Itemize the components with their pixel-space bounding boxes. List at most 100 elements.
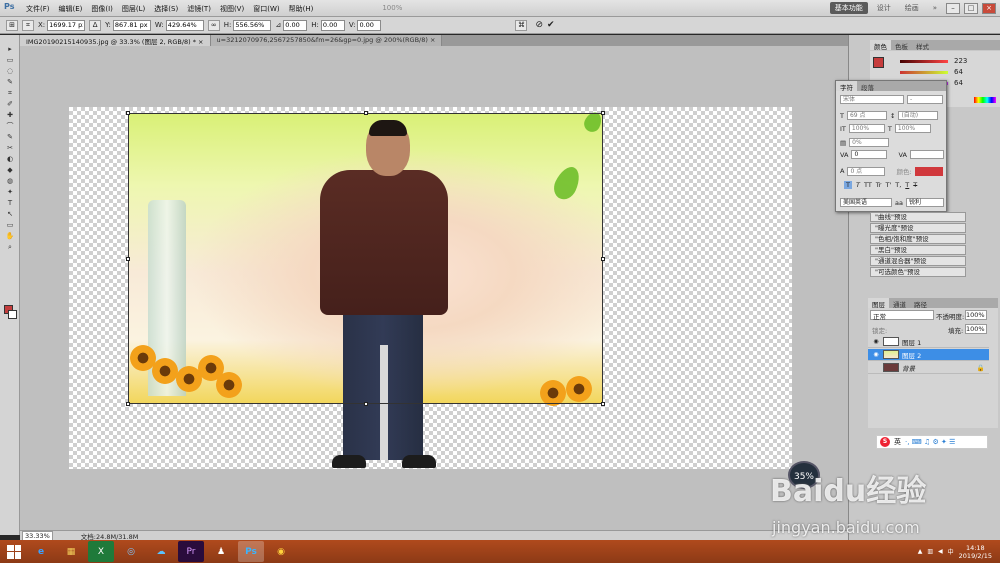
baseline-shift-input[interactable]: 0 点	[847, 166, 886, 176]
browser-taskbar-icon[interactable]: ◎	[118, 541, 144, 562]
preset-selective-color[interactable]: "可选颜色"预设	[870, 267, 966, 277]
faux-bold-button[interactable]: T	[844, 181, 852, 189]
background-color-swatch[interactable]	[8, 310, 17, 319]
anti-alias-select[interactable]: 锐利	[905, 198, 944, 207]
menu-filter[interactable]: 滤镜(T)	[187, 4, 211, 14]
lasso-tool-icon[interactable]: ◌	[3, 66, 17, 76]
color-spectrum[interactable]	[974, 97, 996, 103]
workspace-design-button[interactable]: 设计	[872, 2, 896, 14]
explorer-taskbar-icon[interactable]: ▦	[58, 541, 84, 562]
workspace-essentials-button[interactable]: 基本功能	[829, 2, 868, 14]
free-transform-box[interactable]	[128, 113, 603, 404]
history-brush-tool-icon[interactable]: ✂	[3, 143, 17, 153]
cancel-transform-icon[interactable]: ⊘	[535, 20, 543, 30]
maximize-button[interactable]: □	[964, 2, 978, 14]
warp-icon[interactable]: ⌘	[515, 19, 528, 31]
preset-hue-saturation[interactable]: "色相/饱和度"预设	[870, 234, 966, 244]
qq-taskbar-icon[interactable]: ◉	[268, 541, 294, 562]
menu-image[interactable]: 图像(I)	[91, 4, 113, 14]
move-tool-icon[interactable]: ▸	[3, 44, 17, 54]
layer-row-selected[interactable]: ◉ 图层 2	[868, 349, 989, 361]
menu-file[interactable]: 文件(F)	[26, 4, 50, 14]
zoom-tool-icon[interactable]: ⌕	[3, 242, 17, 252]
eye-icon[interactable]: ◉	[872, 351, 880, 358]
strikethrough-button[interactable]: T	[913, 181, 917, 189]
workspace-more-button[interactable]: »	[928, 3, 942, 13]
minimize-button[interactable]: –	[946, 2, 960, 14]
eyedropper-tool-icon[interactable]: ✐	[3, 99, 17, 109]
y-input[interactable]	[112, 19, 151, 31]
menu-help[interactable]: 帮助(H)	[289, 4, 314, 14]
delta-icon[interactable]: Δ	[89, 19, 102, 31]
menu-select[interactable]: 选择(S)	[154, 4, 178, 14]
tab-document-1[interactable]: IMG20190215140935.jpg @ 33.3% (图层 2, RGB…	[20, 35, 211, 46]
menu-view[interactable]: 视图(V)	[220, 4, 244, 14]
path-select-tool-icon[interactable]: ↖	[3, 209, 17, 219]
crop-tool-icon[interactable]: ⌗	[3, 88, 17, 98]
hskew-input[interactable]	[320, 19, 345, 31]
premiere-taskbar-icon[interactable]: Pr	[178, 541, 204, 562]
transform-handle[interactable]	[601, 111, 605, 115]
transform-handle[interactable]	[126, 257, 130, 261]
tray-up-arrow-icon[interactable]: ▲	[918, 548, 923, 555]
game-taskbar-icon[interactable]: ♟	[208, 541, 234, 562]
preset-curves[interactable]: "曲线"预设	[870, 212, 966, 222]
subscript-button[interactable]: T,	[895, 181, 901, 189]
tab-document-2[interactable]: u=3212070976,2567257850&fm=26&gp=0.jpg @…	[210, 35, 443, 46]
red-value[interactable]: 223	[954, 57, 967, 65]
font-size-input[interactable]: 69 点	[846, 111, 887, 120]
transform-handle[interactable]	[601, 257, 605, 261]
network-icon[interactable]: ▥	[927, 548, 933, 555]
preset-channel-mixer[interactable]: "通道混合器"预设	[870, 256, 966, 266]
superscript-button[interactable]: T'	[885, 181, 891, 189]
green-value[interactable]: 64	[954, 68, 963, 76]
transform-handle[interactable]	[126, 402, 130, 406]
marquee-tool-icon[interactable]: ▭	[3, 55, 17, 65]
vskew-input[interactable]	[357, 19, 382, 31]
dodge-tool-icon[interactable]: ✦	[3, 187, 17, 197]
eraser-tool-icon[interactable]: ◐	[3, 154, 17, 164]
tsume-input[interactable]: 0%	[849, 138, 890, 147]
ime-language-toggle[interactable]: 英	[894, 437, 901, 447]
panel-fg-color-swatch[interactable]	[873, 57, 884, 68]
language-select[interactable]: 美国英语	[840, 198, 892, 207]
small-caps-button[interactable]: Tr	[876, 181, 882, 189]
font-family-select[interactable]: 宋体	[840, 95, 904, 104]
tray-clock[interactable]: 14:18 2019/2/15	[959, 544, 992, 560]
ie-taskbar-icon[interactable]: e	[28, 541, 54, 562]
tracking-input[interactable]	[909, 150, 944, 159]
faux-italic-button[interactable]: T	[856, 181, 860, 189]
tab-color[interactable]: 颜色	[870, 40, 891, 51]
transform-handle[interactable]	[364, 111, 368, 115]
menu-window[interactable]: 窗口(W)	[253, 4, 279, 14]
reference-point-icon[interactable]: ⌗	[22, 19, 34, 31]
x-input[interactable]	[47, 19, 86, 31]
type-tool-icon[interactable]: T	[3, 198, 17, 208]
menu-edit[interactable]: 编辑(E)	[59, 4, 83, 14]
quick-select-tool-icon[interactable]: ✎	[3, 77, 17, 87]
tab-character[interactable]: 字符	[836, 81, 857, 92]
layer-row[interactable]: 背景 🔒	[868, 362, 989, 374]
brush-tool-icon[interactable]: ⌒	[3, 121, 17, 131]
font-style-select[interactable]: -	[907, 95, 943, 104]
healing-tool-icon[interactable]: ✚	[3, 110, 17, 120]
eye-icon[interactable]: ◉	[872, 338, 880, 345]
transform-tool-icon[interactable]: ⊞	[6, 19, 18, 31]
link-icon[interactable]: ∞	[207, 19, 220, 31]
angle-input[interactable]	[283, 19, 308, 31]
all-caps-button[interactable]: TT	[864, 181, 872, 189]
photoshop-taskbar-icon[interactable]: Ps	[238, 541, 264, 562]
tab-paragraph[interactable]: 段落	[857, 81, 878, 92]
excel-taskbar-icon[interactable]: X	[88, 541, 114, 562]
opacity-input[interactable]: 100%	[965, 310, 987, 320]
zoom-select[interactable]: 100%	[382, 4, 402, 14]
preset-exposure[interactable]: "曝光度"预设	[870, 223, 966, 233]
horizontal-scale-input[interactable]: 100%	[894, 124, 931, 133]
zoom-level-field[interactable]: 33.33%	[22, 530, 53, 541]
shape-tool-icon[interactable]: ▭	[3, 220, 17, 230]
ime-tools-icon[interactable]: ·, ⌨ ♫ ⚙ ✦ ☰	[905, 438, 955, 446]
tab-channels[interactable]: 通道	[889, 298, 910, 309]
leading-input[interactable]: (自动)	[898, 111, 939, 120]
blur-tool-icon[interactable]: ◍	[3, 176, 17, 186]
tab-styles[interactable]: 样式	[912, 40, 933, 51]
